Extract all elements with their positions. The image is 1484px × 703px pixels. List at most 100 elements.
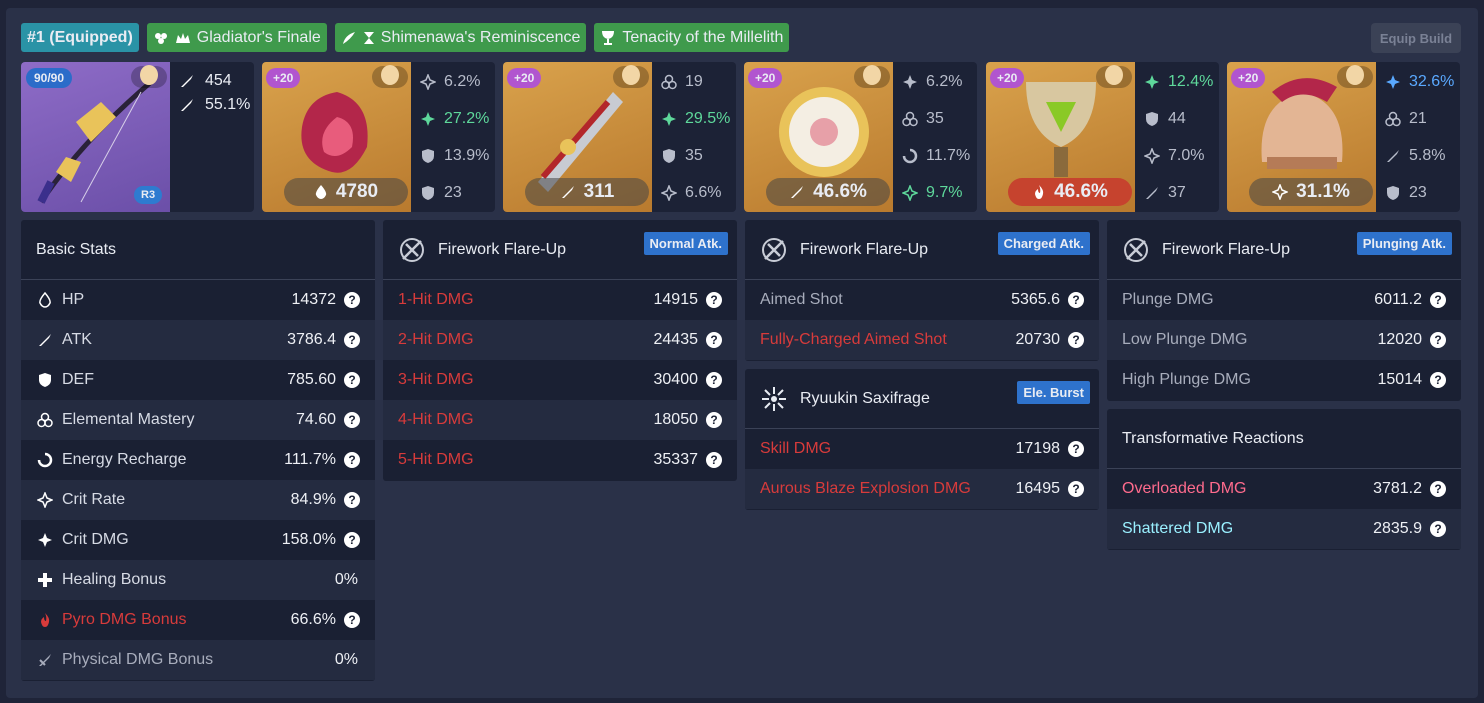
stat-value: 158.0% [281,531,336,548]
help-icon[interactable]: ? [344,412,360,428]
help-icon[interactable]: ? [344,372,360,388]
help-icon[interactable]: ? [1430,292,1446,308]
artifact-card-sands[interactable]: +20 46.6% 6.2% 35 11.7% 9.7% [744,62,977,212]
set-tag-tenacity[interactable]: Tenacity of the Millelith [594,23,790,52]
substat: 6.2% [420,72,489,92]
character-avatar [372,65,408,88]
build-tag[interactable]: #1 (Equipped) [21,23,139,52]
help-icon[interactable]: ? [344,332,360,348]
artifact-substats: 12.4% 44 7.0% 37 [1144,72,1213,203]
sword-icon [181,99,193,111]
stat-label: Elemental Mastery [62,411,195,428]
weapon-level-badge: 90/90 [26,68,73,88]
weapon-substat: 55.1% [179,96,250,114]
crit-rate-icon [661,185,677,201]
stat-row-er: Energy Recharge 111.7% ? [21,440,375,480]
help-icon[interactable]: ? [706,372,722,388]
weapon-image: 90/90 R3 [21,62,170,212]
damage-list: Plunge DMG 6011.2? Low Plunge DMG 12020? H… [1107,280,1461,400]
substat: 32.6% [1385,72,1454,92]
help-icon[interactable]: ? [1430,372,1446,388]
atk-icon [1146,187,1158,199]
damage-row: High Plunge DMG 15014? [1107,360,1461,400]
help-icon[interactable]: ? [344,492,360,508]
artifact-main-stat: 31.1% [1249,178,1373,206]
set-tag-gladiator[interactable]: Gladiator's Finale [146,23,327,52]
substat: 35 [661,146,730,166]
artifact-main-stat: 46.6% [1008,178,1132,206]
charged-attack-panel: Firework Flare-Up Charged Atk. Aimed Sho… [745,220,1099,361]
crit-dmg-icon [421,112,435,126]
help-icon[interactable]: ? [1430,481,1446,497]
panel-title: Ryuukin Saxifrage Ele. Burst [745,369,1099,429]
help-icon[interactable]: ? [706,292,722,308]
stat-row-healing: Healing Bonus 0% [21,560,375,600]
artifact-image: +20 4780 [262,62,411,212]
help-icon[interactable]: ? [1430,521,1446,537]
help-icon[interactable]: ? [344,292,360,308]
weapon-card[interactable]: 90/90 R3 454 55.1% [21,62,254,212]
help-icon[interactable]: ? [1068,292,1084,308]
hourglass-icon [363,31,374,44]
stat-row-atk: ATK 3786.4 ? [21,320,375,360]
equip-build-button[interactable]: Equip Build [1371,23,1461,53]
set-tag-shimenawa[interactable]: Shimenawa's Reminiscence [334,23,587,52]
damage-list: Aimed Shot 5365.6? Fully-Charged Aimed Sh… [745,280,1099,360]
help-icon[interactable]: ? [1068,332,1084,348]
panel-title: Transformative Reactions [1107,409,1461,469]
help-icon[interactable]: ? [706,412,722,428]
artifact-card-plume[interactable]: +20 311 19 29.5% 35 6.6% [503,62,736,212]
build-header: #1 (Equipped) Gladiator's Finale Shimena… [21,23,790,52]
em-icon [36,411,54,429]
help-icon[interactable]: ? [706,452,722,468]
stat-value: 66.6% [290,611,336,628]
stats-list: HP 14372 ? ATK 3786.4 ? DEF 785.60 ? Ele… [21,280,375,680]
damage-row: 2-Hit DMG 24435? [383,320,737,360]
stat-value: 785.60 [287,371,336,388]
crit-dmg-icon [903,75,917,89]
artifact-image: +20 311 [503,62,652,212]
help-icon[interactable]: ? [344,612,360,628]
er-icon [36,451,54,469]
character-avatar [1096,65,1132,88]
help-icon[interactable]: ? [344,532,360,548]
substat: 37 [1144,183,1213,203]
artifact-main-stat: 46.6% [766,178,890,206]
goblet-icon [602,30,615,45]
help-icon[interactable]: ? [1068,481,1084,497]
help-icon[interactable]: ? [1430,332,1446,348]
help-icon[interactable]: ? [1068,441,1084,457]
em-icon [1385,111,1401,127]
substat: 6.6% [661,183,730,203]
stat-label: Crit Rate [62,491,126,508]
artifact-card-circlet[interactable]: +20 31.1% 32.6% 21 5.8% 23 [1227,62,1460,212]
panel-title: Firework Flare-Up Plunging Atk. [1107,220,1461,280]
feather-icon [342,31,355,44]
crit-dmg-icon [1145,75,1159,89]
em-icon [902,111,918,127]
artifact-image: +20 31.1% [1227,62,1376,212]
artifact-level-badge: +20 [266,68,301,88]
substat: 19 [661,72,730,92]
stat-label: Physical DMG Bonus [62,651,214,668]
damage-list: Overloaded DMG 3781.2? Shattered DMG 2835.… [1107,469,1461,549]
weapon-atk: 454 [179,72,232,90]
artifact-card-flower[interactable]: +20 4780 6.2% 27.2% 13.9% 23 [262,62,495,212]
panel-title: Firework Flare-Up Normal Atk. [383,220,737,280]
stat-value: 111.7% [284,451,336,468]
flower-icon [154,32,167,44]
artifact-card-goblet[interactable]: +20 46.6% 12.4% 44 7.0% 37 [986,62,1219,212]
damage-row: Aurous Blaze Explosion DMG 16495? [745,469,1099,509]
crown-icon [175,32,190,43]
def-icon [1387,186,1399,200]
def-icon [422,149,434,163]
stat-value: 74.60 [295,411,336,428]
stat-value: 0% [334,571,358,588]
help-icon[interactable]: ? [706,332,722,348]
help-icon[interactable]: ? [344,452,360,468]
substat: 21 [1385,109,1454,129]
damage-row: Low Plunge DMG 12020? [1107,320,1461,360]
damage-row: 1-Hit DMG 14915? [383,280,737,320]
damage-row: Overloaded DMG 3781.2? [1107,469,1461,509]
attack-type-badge: Normal Atk. [643,232,728,255]
